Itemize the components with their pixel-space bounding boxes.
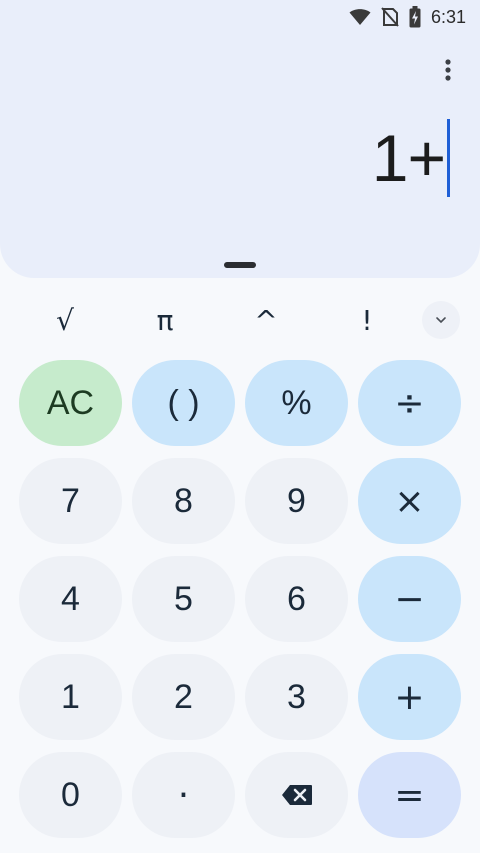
digit-3-button[interactable]: 3 xyxy=(245,654,348,740)
keypad: AC ( ) % ÷ 7 8 9 × 4 5 6 − 1 2 3 + 0 · = xyxy=(0,0,480,853)
divide-button[interactable]: ÷ xyxy=(358,360,461,446)
plus-button[interactable]: + xyxy=(358,654,461,740)
digit-4-button[interactable]: 4 xyxy=(19,556,122,642)
backspace-icon xyxy=(281,784,313,806)
digit-6-button[interactable]: 6 xyxy=(245,556,348,642)
digit-2-button[interactable]: 2 xyxy=(132,654,235,740)
digit-8-button[interactable]: 8 xyxy=(132,458,235,544)
percent-button[interactable]: % xyxy=(245,360,348,446)
digit-7-button[interactable]: 7 xyxy=(19,458,122,544)
clear-button[interactable]: AC xyxy=(19,360,122,446)
digit-0-button[interactable]: 0 xyxy=(19,752,122,838)
multiply-button[interactable]: × xyxy=(358,458,461,544)
digit-5-button[interactable]: 5 xyxy=(132,556,235,642)
decimal-button[interactable]: · xyxy=(132,752,235,838)
digit-9-button[interactable]: 9 xyxy=(245,458,348,544)
calculator-screen: 6:31 1+ √ π ^ ! AC () % ÷ 7 8 9 × 4 5 6… xyxy=(0,0,480,853)
minus-button[interactable]: − xyxy=(358,556,461,642)
backspace-button[interactable] xyxy=(245,752,348,838)
parentheses-button[interactable]: ( ) xyxy=(132,360,235,446)
digit-1-button[interactable]: 1 xyxy=(19,654,122,740)
equals-button[interactable]: = xyxy=(358,752,461,838)
